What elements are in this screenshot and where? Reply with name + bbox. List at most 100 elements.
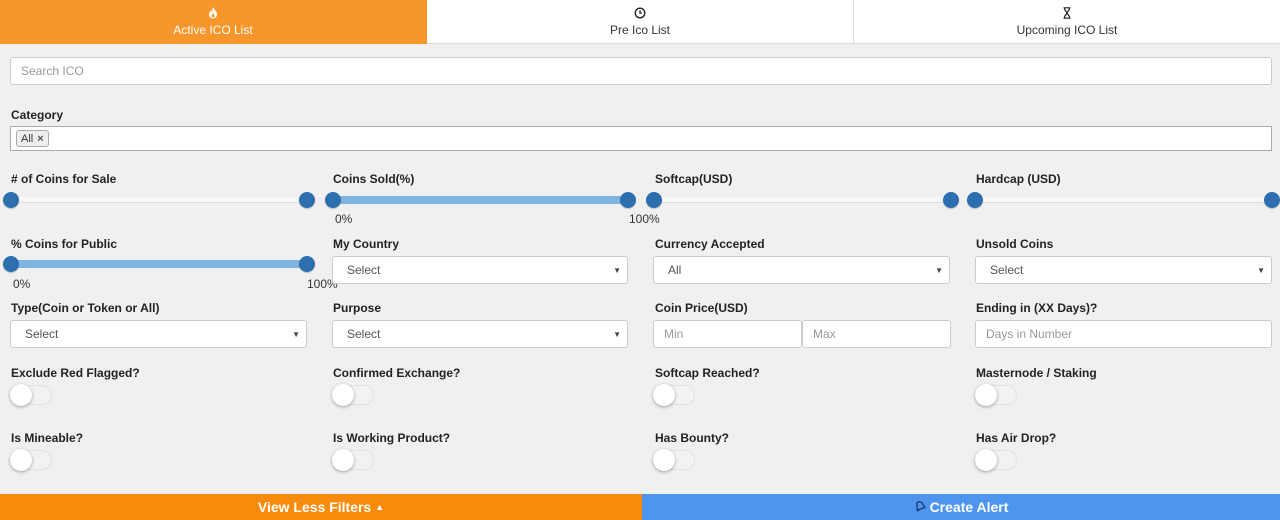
- slider-range: [11, 260, 307, 268]
- exclude-red-flagged-toggle[interactable]: [10, 384, 52, 406]
- slider-max-handle[interactable]: [943, 192, 959, 208]
- category-multiselect[interactable]: All ×: [10, 126, 1272, 151]
- slider-max-handle[interactable]: [620, 192, 636, 208]
- coin-price-max-input[interactable]: [802, 320, 951, 348]
- my-country-select[interactable]: Select ▼: [332, 256, 628, 284]
- slider-max-handle[interactable]: [299, 192, 315, 208]
- clock-icon: [634, 6, 646, 21]
- tab-label: Pre Ico List: [609, 22, 671, 37]
- toggle-knob: [975, 449, 997, 471]
- coins-sold-max-label: 100%: [629, 212, 660, 226]
- bottom-action-bar: View Less Filters ▲ Create Alert: [0, 494, 1280, 520]
- currency-accepted-select[interactable]: All ▼: [653, 256, 950, 284]
- is-working-product-toggle[interactable]: [332, 449, 374, 471]
- toggle-knob: [10, 384, 32, 406]
- select-value: Select: [347, 263, 381, 277]
- toggle-knob: [332, 384, 354, 406]
- bell-icon: [914, 500, 926, 515]
- slider-range: [333, 196, 628, 204]
- button-label: Create Alert: [929, 499, 1009, 515]
- caret-down-icon: ▼: [292, 329, 300, 339]
- type-select[interactable]: Select ▼: [10, 320, 307, 348]
- ending-days-label: Ending in (XX Days)?: [976, 301, 1098, 315]
- hardcap-label: Hardcap (USD): [976, 172, 1061, 186]
- has-bounty-toggle[interactable]: [653, 449, 695, 471]
- coins-public-slider[interactable]: [3, 254, 315, 274]
- has-air-drop-label: Has Air Drop?: [976, 431, 1057, 445]
- ico-list-tabs: Active ICO List Pre Ico List Upcoming IC…: [0, 0, 1280, 44]
- my-country-label: My Country: [333, 237, 399, 251]
- button-label: View Less Filters: [257, 499, 372, 515]
- has-air-drop-toggle[interactable]: [975, 449, 1017, 471]
- remove-chip-icon[interactable]: ×: [37, 133, 43, 145]
- slider-max-handle[interactable]: [299, 256, 315, 272]
- caret-up-icon: ▲: [375, 502, 385, 512]
- caret-down-icon: ▼: [935, 265, 943, 275]
- select-value: Select: [25, 327, 59, 341]
- toggle-knob: [975, 384, 997, 406]
- caret-down-icon: ▼: [613, 329, 621, 339]
- toggle-knob: [653, 384, 675, 406]
- slider-min-handle[interactable]: [3, 256, 19, 272]
- confirmed-exchange-label: Confirmed Exchange?: [333, 366, 461, 380]
- select-value: All: [668, 263, 682, 277]
- slider-track: [654, 197, 951, 203]
- caret-down-icon: ▼: [613, 265, 621, 275]
- softcap-slider[interactable]: [646, 190, 959, 210]
- hardcap-slider[interactable]: [967, 190, 1280, 210]
- tab-active-ico-list[interactable]: Active ICO List: [0, 0, 427, 44]
- ending-days-input[interactable]: [975, 320, 1272, 348]
- create-alert-button[interactable]: Create Alert: [642, 494, 1280, 520]
- select-value: Select: [347, 327, 381, 341]
- masternode-staking-toggle[interactable]: [975, 384, 1017, 406]
- hourglass-icon: [1062, 6, 1072, 21]
- search-ico-input[interactable]: [10, 57, 1272, 85]
- coins-sold-min-label: 0%: [335, 212, 353, 226]
- is-mineable-label: Is Mineable?: [11, 431, 84, 445]
- coins-public-min-label: 0%: [13, 277, 31, 291]
- purpose-select[interactable]: Select ▼: [332, 320, 628, 348]
- coin-price-min-input[interactable]: [653, 320, 802, 348]
- caret-down-icon: ▼: [1257, 265, 1265, 275]
- category-label: Category: [11, 108, 64, 122]
- fire-icon: [208, 6, 218, 21]
- select-value: Select: [990, 263, 1024, 277]
- tab-label: Upcoming ICO List: [1016, 22, 1118, 37]
- toggle-knob: [10, 449, 32, 471]
- slider-track: [975, 197, 1272, 203]
- slider-min-handle[interactable]: [325, 192, 341, 208]
- slider-max-handle[interactable]: [1264, 192, 1280, 208]
- category-chip-all: All ×: [16, 130, 49, 147]
- slider-min-handle[interactable]: [646, 192, 662, 208]
- softcap-label: Softcap(USD): [655, 172, 733, 186]
- has-bounty-label: Has Bounty?: [655, 431, 730, 445]
- coin-price-label: Coin Price(USD): [655, 301, 748, 315]
- currency-accepted-label: Currency Accepted: [655, 237, 765, 251]
- chip-label: All: [21, 132, 34, 145]
- slider-track: [11, 197, 307, 203]
- unsold-coins-select[interactable]: Select ▼: [975, 256, 1272, 284]
- purpose-label: Purpose: [333, 301, 382, 315]
- tab-label: Active ICO List: [173, 22, 253, 37]
- toggle-knob: [653, 449, 675, 471]
- coins-for-sale-label: # of Coins for Sale: [11, 172, 117, 186]
- softcap-reached-toggle[interactable]: [653, 384, 695, 406]
- is-mineable-toggle[interactable]: [10, 449, 52, 471]
- tab-pre-ico-list[interactable]: Pre Ico List: [427, 0, 854, 44]
- view-less-filters-button[interactable]: View Less Filters ▲: [0, 494, 642, 520]
- coins-for-sale-slider[interactable]: [3, 190, 315, 210]
- unsold-coins-label: Unsold Coins: [976, 237, 1054, 251]
- masternode-staking-label: Masternode / Staking: [976, 366, 1097, 380]
- confirmed-exchange-toggle[interactable]: [332, 384, 374, 406]
- exclude-red-flagged-label: Exclude Red Flagged?: [11, 366, 140, 380]
- coins-sold-slider[interactable]: [325, 190, 636, 210]
- type-label: Type(Coin or Token or All): [11, 301, 160, 315]
- slider-min-handle[interactable]: [967, 192, 983, 208]
- softcap-reached-label: Softcap Reached?: [655, 366, 760, 380]
- coins-sold-label: Coins Sold(%): [333, 172, 415, 186]
- slider-min-handle[interactable]: [3, 192, 19, 208]
- is-working-product-label: Is Working Product?: [333, 431, 451, 445]
- tab-upcoming-ico-list[interactable]: Upcoming ICO List: [854, 0, 1280, 44]
- toggle-knob: [332, 449, 354, 471]
- coins-public-label: % Coins for Public: [11, 237, 118, 251]
